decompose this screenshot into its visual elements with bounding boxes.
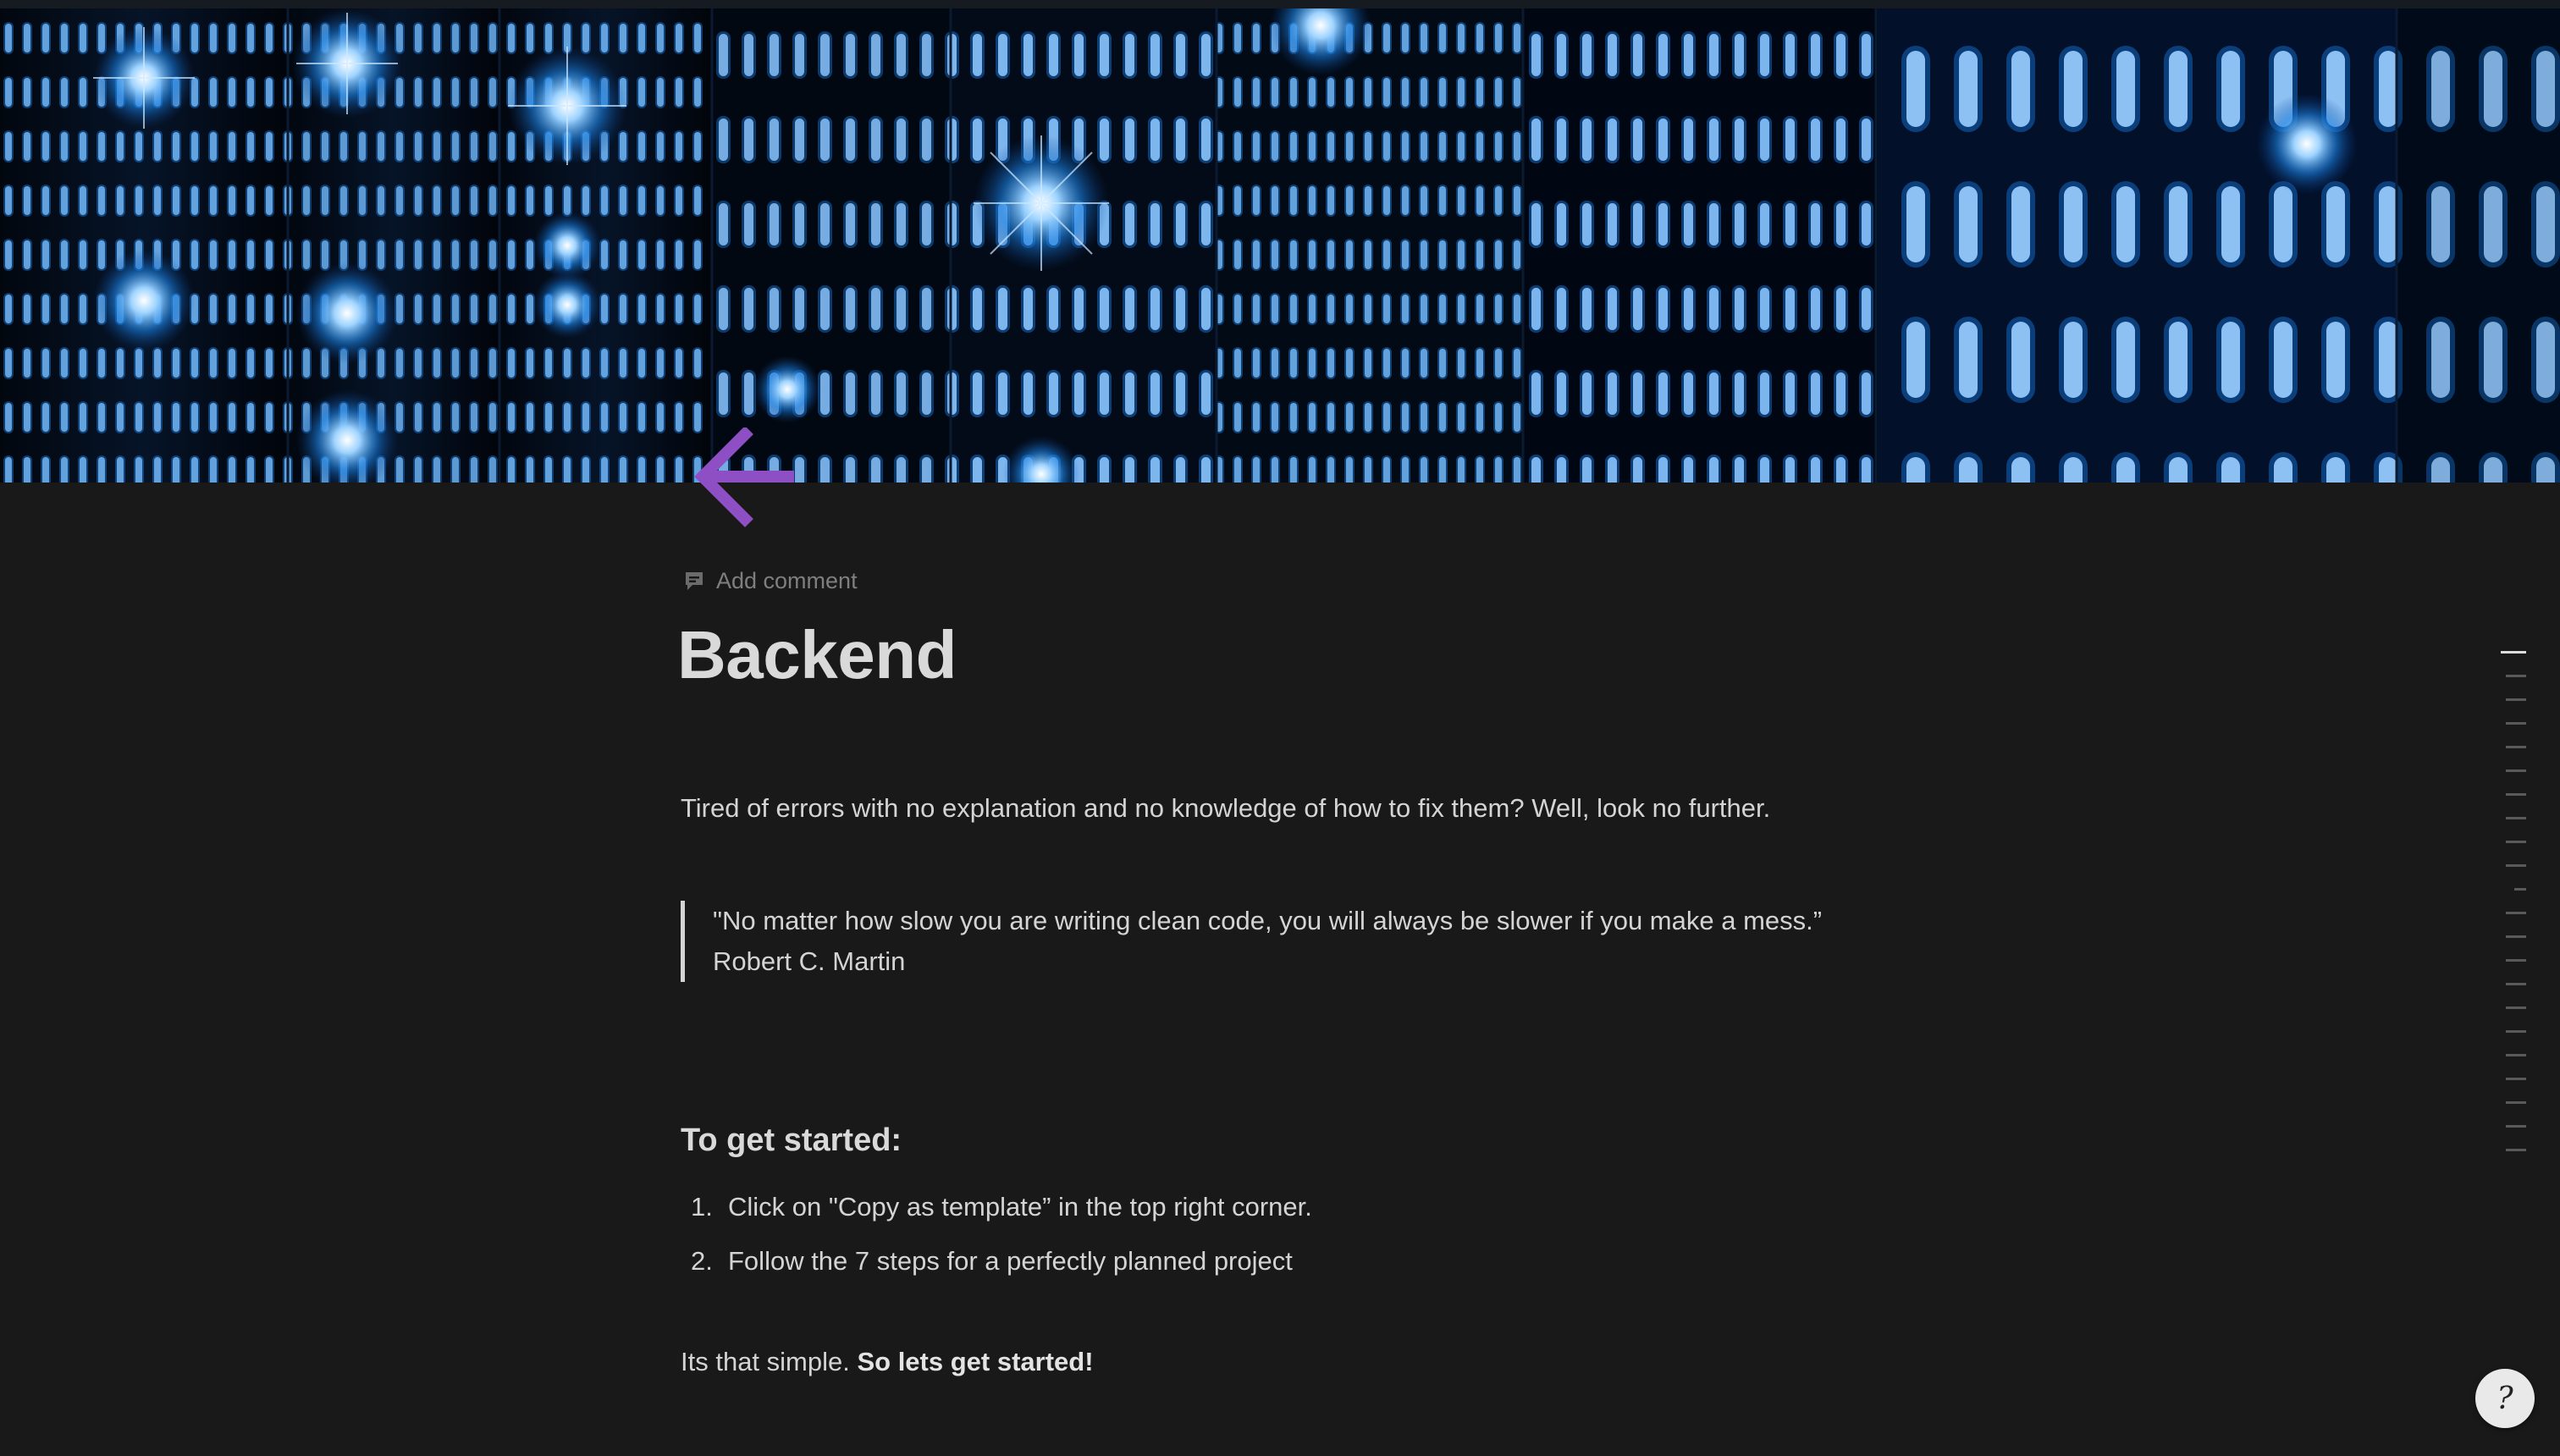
section-heading[interactable]: To get started: <box>681 1122 902 1159</box>
server-lights-image <box>0 8 2560 483</box>
quote-text: "No matter how slow you are writing clea… <box>713 906 1823 935</box>
toc-marker[interactable] <box>2501 1138 2526 1161</box>
list-item[interactable]: 2. Follow the 7 steps for a perfectly pl… <box>681 1234 1312 1288</box>
toc-marker[interactable] <box>2501 664 2526 687</box>
toc-marker[interactable] <box>2501 1019 2526 1043</box>
toc-marker[interactable] <box>2501 948 2526 972</box>
arrow-left-icon[interactable] <box>692 426 796 531</box>
toc-marker[interactable] <box>2501 901 2526 924</box>
toc-marker[interactable] <box>2501 758 2526 782</box>
toc-marker[interactable] <box>2501 782 2526 806</box>
toc-marker[interactable] <box>2501 1114 2526 1138</box>
cover-image[interactable] <box>0 8 2560 483</box>
toc-marker[interactable] <box>2501 687 2526 711</box>
toc-marker[interactable] <box>2501 1043 2526 1067</box>
list-text: Click on "Copy as template” in the top r… <box>728 1192 1312 1222</box>
toc-marker[interactable] <box>2501 735 2526 758</box>
toc-marker[interactable] <box>2501 1090 2526 1114</box>
list-number: 1. <box>691 1192 713 1222</box>
page-title[interactable]: Backend <box>677 616 957 694</box>
list-number: 2. <box>691 1246 713 1276</box>
closing-paragraph[interactable]: Its that simple. So lets get started! <box>681 1344 1094 1380</box>
steps-list: 1. Click on "Copy as template” in the to… <box>681 1180 1312 1288</box>
toc-marker[interactable] <box>2501 877 2526 901</box>
toc-marker[interactable] <box>2501 924 2526 948</box>
help-icon: ? <box>2497 1381 2513 1416</box>
toc-marker[interactable] <box>2501 995 2526 1019</box>
help-button[interactable]: ? <box>2475 1369 2535 1428</box>
toc-marker[interactable] <box>2501 853 2526 877</box>
comment-icon <box>682 569 706 593</box>
toc-marker[interactable] <box>2501 640 2526 664</box>
intro-paragraph[interactable]: Tired of errors with no explanation and … <box>681 791 1866 826</box>
toc-marker[interactable] <box>2501 1067 2526 1090</box>
list-item[interactable]: 1. Click on "Copy as template” in the to… <box>681 1180 1312 1234</box>
add-comment-button[interactable]: Add comment <box>682 565 858 596</box>
quote-author: Robert C. Martin <box>713 946 906 976</box>
add-comment-label: Add comment <box>716 567 858 593</box>
top-bar <box>0 0 2560 8</box>
toc-marker[interactable] <box>2501 830 2526 853</box>
closing-plain: Its that simple. <box>681 1347 858 1376</box>
quote-block[interactable]: "No matter how slow you are writing clea… <box>681 901 1866 982</box>
closing-bold: So lets get started! <box>857 1347 1094 1376</box>
table-of-contents-minimap[interactable] <box>2501 640 2526 1161</box>
toc-marker[interactable] <box>2501 972 2526 995</box>
toc-marker[interactable] <box>2501 806 2526 830</box>
list-text: Follow the 7 steps for a perfectly plann… <box>728 1246 1293 1276</box>
toc-marker[interactable] <box>2501 711 2526 735</box>
